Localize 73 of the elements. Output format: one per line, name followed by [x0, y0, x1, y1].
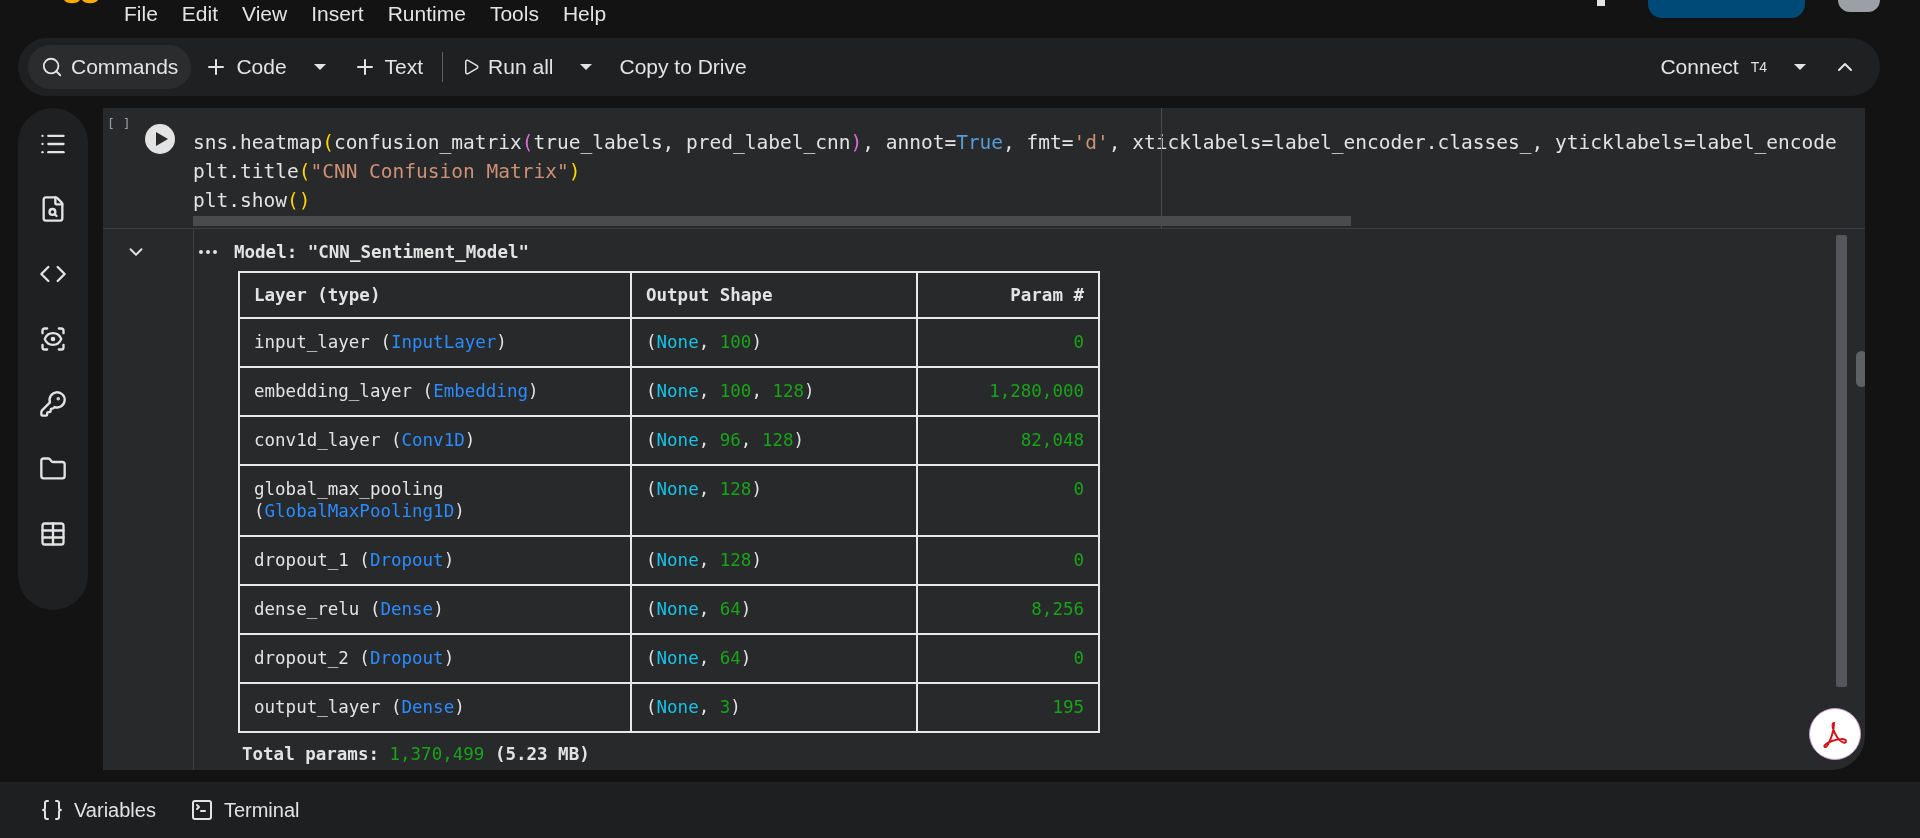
table-cell: input_layer (InputLayer): [239, 318, 631, 367]
table-cell: (None, 128): [631, 465, 917, 536]
table-cell: 82,048: [917, 416, 1099, 465]
toolbar-button[interactable]: Copy to Drive: [606, 45, 760, 89]
caret-icon: [579, 63, 594, 71]
table-cell: 0: [917, 536, 1099, 585]
avatar[interactable]: [1838, 0, 1880, 12]
folder-icon: [39, 455, 67, 483]
column-header: Param #: [917, 272, 1099, 318]
sidebar-button[interactable]: [39, 455, 67, 483]
table-cell: (None, 64): [631, 634, 917, 683]
table-cell: 0: [917, 318, 1099, 367]
table-cell: (None, 96, 128): [631, 416, 917, 465]
key-icon: [39, 390, 67, 418]
pdf-button[interactable]: [1809, 708, 1861, 760]
add-button[interactable]: Code: [191, 45, 300, 89]
play-icon: [462, 58, 481, 76]
sidebar-button[interactable]: [39, 390, 67, 418]
runtime-label: T4: [1750, 59, 1767, 75]
table-icon: [39, 520, 67, 548]
menu-item[interactable]: Runtime: [375, 0, 478, 28]
table-cell: global_max_pooling (GlobalMaxPooling1D): [239, 465, 631, 536]
column-header: Layer (type): [239, 272, 631, 318]
table-cell: 195: [917, 683, 1099, 732]
table-cell: (None, 100, 128): [631, 367, 917, 416]
terminal-button[interactable]: Terminal: [189, 798, 300, 822]
menu-item[interactable]: Tools: [477, 0, 551, 28]
menu-item[interactable]: Help: [550, 0, 619, 28]
menu-item[interactable]: File: [112, 0, 170, 28]
scrollbar-thumb[interactable]: [1856, 351, 1865, 387]
code-line: plt.title("CNN Confusion Matrix"): [193, 159, 582, 185]
table-cell: output_layer (Dense): [239, 683, 631, 732]
table-cell: dropout_2 (Dropout): [239, 634, 631, 683]
model-title: Model: "CNN_Sentiment_Model": [234, 241, 530, 263]
menu-item[interactable]: Edit: [169, 0, 231, 28]
table-cell: 0: [917, 634, 1099, 683]
table-cell: 0: [917, 465, 1099, 536]
caret-icon: [1793, 63, 1807, 71]
eye-icon: [39, 325, 67, 353]
more-button[interactable]: [199, 250, 217, 254]
table-cell: dropout_1 (Dropout): [239, 536, 631, 585]
play-icon: [155, 132, 168, 146]
acrobat-icon: [1820, 719, 1850, 749]
more-icon: [199, 250, 217, 254]
add-button[interactable]: Text: [339, 45, 437, 89]
menu-item[interactable]: View: [230, 0, 300, 28]
table-cell: embedding_layer (Embedding): [239, 367, 631, 416]
sidebar-button[interactable]: [39, 325, 67, 353]
run-cell-button[interactable]: [145, 124, 175, 154]
run-all-button[interactable]: Run all: [449, 45, 567, 89]
code-line: plt.show(): [193, 188, 312, 214]
table-cell: conv1d_layer (Conv1D): [239, 416, 631, 465]
sidebar-button[interactable]: [39, 520, 67, 548]
table-cell: (None, 100): [631, 318, 917, 367]
execution-count: [ ]: [107, 116, 131, 131]
table-cell: (None, 64): [631, 585, 917, 634]
caret-icon: [312, 63, 327, 71]
table-cell: (None, 3): [631, 683, 917, 732]
menu-item[interactable]: Insert: [299, 0, 376, 28]
commands-button[interactable]: Commands: [28, 45, 192, 89]
total-params: Total params: 1,370,499 (5.23 MB): [242, 743, 591, 765]
variables-button[interactable]: Variables: [40, 798, 156, 822]
column-header: Output Shape: [631, 272, 917, 318]
terminal-icon: [189, 798, 214, 822]
braces-icon: [40, 798, 64, 822]
search-icon: [41, 56, 63, 78]
code-line: sns.heatmap(confusion_matrix(true_labels, pred_label_cnn), annot=True, fmt='d', xticklabels=label_encoder.classes_, yticklabels=label_encode: [193, 130, 1838, 156]
table-cell: 1,280,000: [917, 367, 1099, 416]
table-cell: 8,256: [917, 585, 1099, 634]
table-cell: dense_relu (Dense): [239, 585, 631, 634]
connect-button[interactable]: Connect T4: [1647, 45, 1780, 89]
scrollbar[interactable]: [193, 216, 1351, 226]
table-cell: (None, 128): [631, 536, 917, 585]
